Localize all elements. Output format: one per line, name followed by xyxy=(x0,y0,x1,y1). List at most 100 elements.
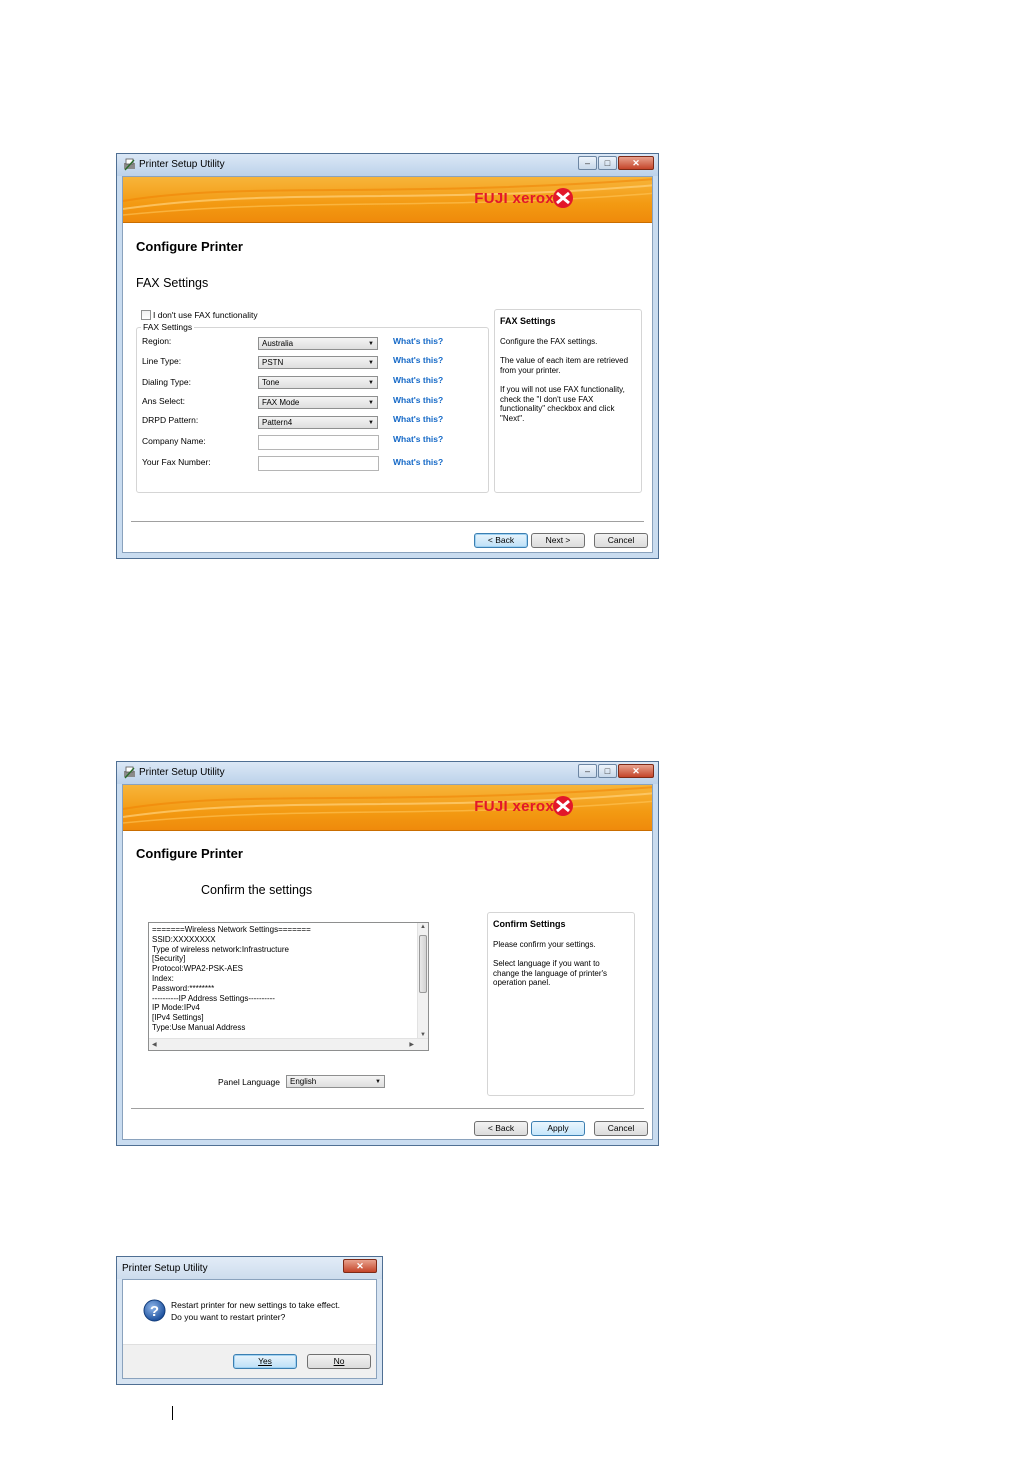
panel-language-label: Panel Language xyxy=(218,1077,280,1087)
settings-line: Type:Use Manual Address xyxy=(152,1022,246,1032)
window-content: FUJI xerox Configure Printer Confirm the… xyxy=(122,784,653,1140)
help-panel: FAX Settings Configure the FAX settings.… xyxy=(494,309,642,493)
minimize-button[interactable]: – xyxy=(578,764,597,778)
message-line-2: Do you want to restart printer? xyxy=(171,1312,286,1322)
settings-line: IP Mode:IPv4 xyxy=(152,1003,200,1013)
ans-select-select[interactable]: FAX Mode ▼ xyxy=(258,396,378,409)
page-title: Configure Printer xyxy=(136,846,243,861)
chevron-down-icon: ▼ xyxy=(368,341,374,347)
whats-this-line-type-link[interactable]: What's this? xyxy=(393,355,443,365)
section-title: Confirm the settings xyxy=(201,883,313,897)
scroll-right-icon[interactable]: ▶ xyxy=(409,1041,414,1048)
settings-line: Type of wireless network:Infrastructure xyxy=(152,944,289,954)
whats-this-drpd-link[interactable]: What's this? xyxy=(393,414,443,424)
line-type-label: Line Type: xyxy=(142,356,182,366)
yes-button[interactable]: Yes xyxy=(233,1354,297,1369)
panel-language-select[interactable]: English ▼ xyxy=(286,1075,385,1088)
no-fax-checkbox-label[interactable]: I don't use FAX functionality xyxy=(153,310,258,320)
close-button[interactable]: ✕ xyxy=(343,1259,377,1273)
fax-settings-window: Printer Setup Utility – □ ✕ FUJI xerox C… xyxy=(116,153,659,559)
section-title: FAX Settings xyxy=(136,276,209,290)
whats-this-region-link[interactable]: What's this? xyxy=(393,336,443,346)
chevron-down-icon: ▼ xyxy=(368,400,374,406)
xerox-x-mark-icon xyxy=(553,188,573,208)
panel-language-value: English xyxy=(290,1077,317,1086)
settings-line: Password:******** xyxy=(152,983,215,993)
help-text-2: The value of each item are retrieved fro… xyxy=(500,356,629,375)
apply-button[interactable]: Apply xyxy=(531,1121,585,1136)
no-fax-checkbox[interactable] xyxy=(141,310,151,320)
no-button[interactable]: No xyxy=(307,1354,371,1369)
whats-this-ans-select-link[interactable]: What's this? xyxy=(393,395,443,405)
dialing-type-value: Tone xyxy=(262,378,280,387)
window-content: FUJI xerox Configure Printer FAX Setting… xyxy=(122,176,653,553)
whats-this-dialing-type-link[interactable]: What's this? xyxy=(393,375,443,385)
settings-line: ----------IP Address Settings---------- xyxy=(152,993,275,1003)
minimize-button[interactable]: – xyxy=(578,156,597,170)
scroll-thumb[interactable] xyxy=(419,935,427,993)
page-footer-rule xyxy=(172,1406,173,1420)
close-button[interactable]: ✕ xyxy=(618,156,654,170)
group-title: FAX Settings xyxy=(141,322,195,332)
chevron-down-icon: ▼ xyxy=(368,380,374,386)
dialog-content: ? Restart printer for new settings to ta… xyxy=(122,1279,377,1379)
help-text-3: If you will not use FAX functionality, c… xyxy=(500,385,625,423)
back-button[interactable]: < Back xyxy=(474,533,528,548)
help-text-2: Select language if you want to change th… xyxy=(493,959,608,987)
settings-line: [IPv4 Settings] xyxy=(152,1013,204,1023)
printer-setup-icon xyxy=(124,158,135,171)
window-title: Printer Setup Utility xyxy=(139,767,225,778)
chevron-down-icon: ▼ xyxy=(368,420,374,426)
fuji-xerox-logo: FUJI xerox xyxy=(474,190,554,207)
xerox-x-mark-icon xyxy=(553,796,573,816)
brand-banner: FUJI xerox xyxy=(123,177,652,223)
help-panel: Confirm Settings Please confirm your set… xyxy=(487,912,635,1096)
fax-number-label: Your Fax Number: xyxy=(142,457,211,467)
drpd-pattern-label: DRPD Pattern: xyxy=(142,415,199,425)
company-name-input[interactable] xyxy=(258,435,379,450)
drpd-pattern-select[interactable]: Pattern4 ▼ xyxy=(258,416,378,429)
ans-select-value: FAX Mode xyxy=(262,398,300,407)
dialing-type-label: Dialing Type: xyxy=(142,377,191,387)
dialing-type-select[interactable]: Tone ▼ xyxy=(258,376,378,389)
region-select[interactable]: Australia ▼ xyxy=(258,337,378,350)
vertical-scrollbar[interactable]: ▲ ▼ xyxy=(417,923,428,1039)
question-icon: ? xyxy=(143,1299,166,1322)
line-type-select[interactable]: PSTN ▼ xyxy=(258,356,378,369)
svg-text:?: ? xyxy=(150,1303,159,1320)
help-title: Confirm Settings xyxy=(493,919,566,929)
drpd-pattern-value: Pattern4 xyxy=(262,418,293,427)
settings-line: [Security] xyxy=(152,954,186,964)
close-button[interactable]: ✕ xyxy=(618,764,654,778)
title-bar[interactable]: Printer Setup Utility ✕ xyxy=(117,1257,382,1279)
horizontal-scrollbar[interactable]: ◀ ▶ xyxy=(149,1038,428,1050)
help-text-1: Configure the FAX settings. xyxy=(500,337,598,346)
title-bar[interactable]: Printer Setup Utility – □ ✕ xyxy=(117,762,658,784)
footer-separator xyxy=(131,1108,644,1110)
confirm-settings-window: Printer Setup Utility – □ ✕ FUJI xerox C… xyxy=(116,761,659,1146)
page-title: Configure Printer xyxy=(136,239,243,254)
settings-list[interactable]: =======Wireless Network Settings======= … xyxy=(148,922,429,1051)
title-bar[interactable]: Printer Setup Utility – □ ✕ xyxy=(117,154,658,176)
maximize-button[interactable]: □ xyxy=(598,156,617,170)
whats-this-company-link[interactable]: What's this? xyxy=(393,434,443,444)
maximize-button[interactable]: □ xyxy=(598,764,617,778)
next-button[interactable]: Next > xyxy=(531,533,585,548)
whats-this-fax-number-link[interactable]: What's this? xyxy=(393,457,443,467)
help-title: FAX Settings xyxy=(500,316,556,326)
fuji-xerox-logo: FUJI xerox xyxy=(474,798,554,815)
window-title: Printer Setup Utility xyxy=(122,1263,208,1274)
chevron-down-icon: ▼ xyxy=(375,1079,381,1085)
settings-line: SSID:XXXXXXXX xyxy=(152,934,216,944)
fax-number-input[interactable] xyxy=(258,456,379,471)
cancel-button[interactable]: Cancel xyxy=(594,533,648,548)
line-type-value: PSTN xyxy=(262,358,284,367)
printer-setup-icon xyxy=(124,766,135,779)
back-button[interactable]: < Back xyxy=(474,1121,528,1136)
settings-lines: =======Wireless Network Settings======= … xyxy=(152,925,311,1033)
window-title: Printer Setup Utility xyxy=(139,159,225,170)
scroll-up-icon[interactable]: ▲ xyxy=(420,924,426,930)
cancel-button[interactable]: Cancel xyxy=(594,1121,648,1136)
scroll-left-icon[interactable]: ◀ xyxy=(152,1041,157,1048)
settings-line: =======Wireless Network Settings======= xyxy=(152,925,311,934)
